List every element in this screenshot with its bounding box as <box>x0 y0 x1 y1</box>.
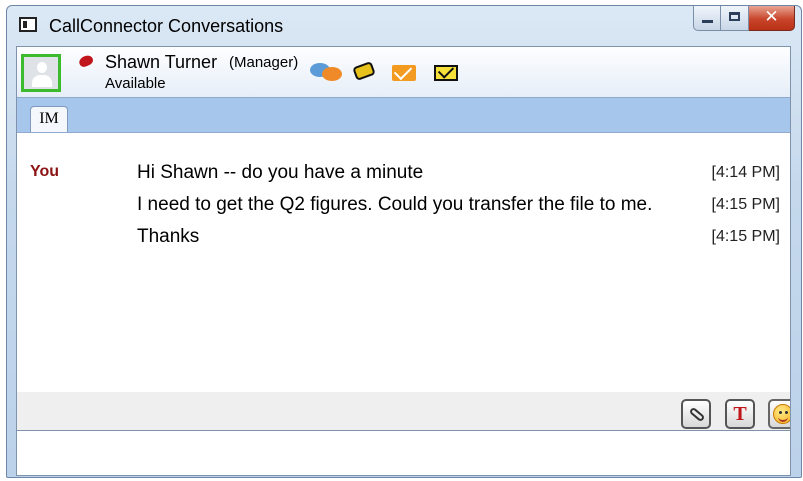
email-icon[interactable] <box>434 61 460 85</box>
maximize-button[interactable] <box>721 6 749 31</box>
message-sender: You <box>30 163 60 180</box>
tab-im[interactable]: IM <box>30 106 68 132</box>
close-icon: ✕ <box>764 7 779 27</box>
phone-icon[interactable] <box>352 61 378 85</box>
font-icon: T <box>733 403 747 425</box>
caption-buttons: ✕ <box>693 6 795 32</box>
message-text: I need to get the Q2 figures. Could you … <box>137 194 653 215</box>
message-time: [4:14 PM] <box>711 164 780 181</box>
contact-header: Shawn Turner (Manager) Available <box>17 47 790 97</box>
paperclip-icon <box>688 406 706 423</box>
font-button[interactable]: T <box>725 399 755 429</box>
conversation-log: You Hi Shawn -- do you have a minute [4:… <box>17 133 790 393</box>
message-text: Hi Shawn -- do you have a minute <box>137 162 424 183</box>
contact-name: Shawn Turner <box>105 52 218 72</box>
tab-strip: IM <box>17 97 790 133</box>
contact-role: (Manager) <box>229 54 299 71</box>
message-text: Thanks <box>137 226 200 247</box>
message-time: [4:15 PM] <box>711 196 780 213</box>
emoticon-button[interactable] <box>768 399 790 429</box>
message-input[interactable] <box>17 431 790 475</box>
client-area: Shawn Turner (Manager) Available IM You … <box>16 46 791 476</box>
presence-status-icon <box>77 53 95 69</box>
app-icon <box>19 17 37 32</box>
maximize-icon <box>729 12 740 21</box>
message-time: [4:15 PM] <box>711 228 780 245</box>
title-bar[interactable]: CallConnector Conversations ✕ <box>7 6 801 46</box>
compose-toolbar: T <box>17 392 790 431</box>
contact-status: Available <box>105 75 166 92</box>
attach-file-button[interactable] <box>681 399 711 429</box>
close-button[interactable]: ✕ <box>749 6 795 31</box>
window-title: CallConnector Conversations <box>49 16 284 36</box>
chat-icon[interactable] <box>310 61 344 85</box>
minimize-button[interactable] <box>693 6 721 31</box>
avatar[interactable] <box>21 54 61 92</box>
minimize-icon <box>702 20 713 23</box>
mail-icon[interactable] <box>392 61 418 85</box>
conversation-window: CallConnector Conversations ✕ Shawn Turn… <box>6 5 802 478</box>
smiley-icon <box>773 404 790 424</box>
